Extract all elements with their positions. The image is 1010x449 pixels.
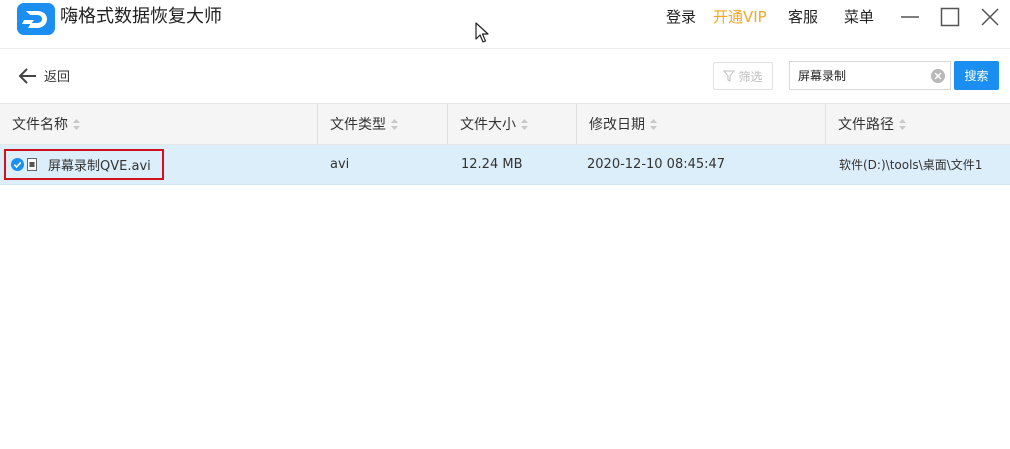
sort-icon [521,118,528,130]
title-bar: 嗨格式数据恢复大师 登录 开通VIP 客服 菜单 [0,0,1010,46]
highlighted-filename: 屏幕录制QVE.avi [4,149,164,180]
back-label: 返回 [44,70,71,85]
app-logo-icon [17,3,55,35]
app-title: 嗨格式数据恢复大师 [60,6,222,27]
cell-path: 软件(D:)\tools\桌面\文件1 [839,158,983,172]
sort-icon [391,118,398,130]
column-header-modified[interactable]: 修改日期 [577,104,826,144]
sort-icon [650,118,657,130]
table-row[interactable]: 屏幕录制QVE.avi avi 12.24 MB 2020-12-10 08:4… [0,145,1010,185]
mouse-cursor-icon [475,22,489,43]
search-box [789,61,951,90]
menu-link[interactable]: 菜单 [844,7,874,27]
app-window: 嗨格式数据恢复大师 登录 开通VIP 客服 菜单 返回 筛选 屏幕录制 搜索 文… [0,0,1010,449]
video-file-icon [27,158,37,171]
sort-icon [73,118,80,130]
maximize-icon[interactable] [939,6,961,28]
filter-icon [723,70,736,82]
checked-circle-icon[interactable] [11,158,24,171]
column-header-size[interactable]: 文件大小 [448,104,577,144]
column-label: 文件名称 [12,117,68,133]
minimize-icon[interactable] [899,6,921,28]
cell-name: 屏幕录制QVE.avi [0,145,318,184]
close-icon[interactable] [979,6,1001,28]
toolbar: 返回 筛选 搜索 [0,48,1010,104]
column-label: 修改日期 [589,117,645,133]
column-header-name[interactable]: 文件名称 [0,104,318,144]
search-button[interactable]: 搜索 [954,61,999,90]
vip-link[interactable]: 开通VIP [713,7,767,27]
column-header-path[interactable]: 文件路径 [826,104,1010,144]
column-header-type[interactable]: 文件类型 [318,104,448,144]
column-label: 文件类型 [330,117,386,133]
filter-button[interactable]: 筛选 [713,62,773,90]
cell-modified: 2020-12-10 08:45:47 [587,157,726,172]
login-link[interactable]: 登录 [666,7,696,27]
back-button[interactable]: 返回 [18,66,70,85]
cell-size: 12.24 MB [461,157,523,172]
file-name: 屏幕录制QVE.avi [48,159,151,174]
table-header: 文件名称 文件类型 文件大小 修改日期 文件路径 [0,103,1010,145]
search-input[interactable] [790,62,936,89]
service-link[interactable]: 客服 [788,7,818,27]
arrow-left-icon [18,67,36,84]
column-label: 文件路径 [838,117,894,133]
column-label: 文件大小 [460,117,516,133]
clear-search-icon[interactable] [930,68,946,84]
sort-icon [899,118,906,130]
filter-label: 筛选 [738,69,763,84]
cell-type: avi [330,157,350,172]
